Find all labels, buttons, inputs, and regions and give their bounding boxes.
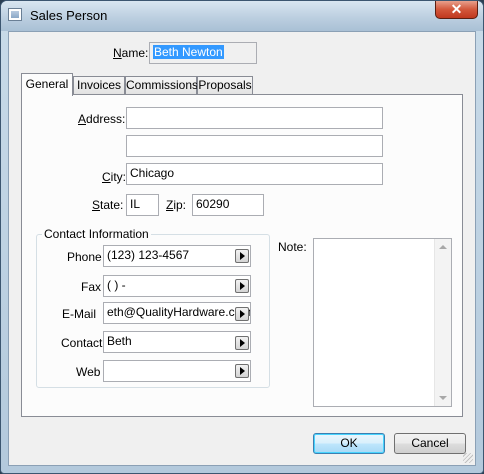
dialog-body: Name: Beth Newton General Invoices Commi… xyxy=(8,31,476,466)
email-input[interactable]: eth@QualityHardware.com xyxy=(103,302,251,324)
tab-invoices-label: Invoices xyxy=(76,78,122,92)
arrow-right-icon[interactable] xyxy=(235,279,249,293)
city-input[interactable]: Chicago xyxy=(126,163,383,185)
arrow-right-icon[interactable] xyxy=(235,364,249,378)
title-bar[interactable]: Sales Person ✕ xyxy=(1,1,483,31)
name-label: Name: xyxy=(113,46,149,60)
phone-input[interactable]: (123) 123-4567 xyxy=(103,245,251,267)
window-title: Sales Person xyxy=(30,8,108,23)
arrow-right-icon[interactable] xyxy=(235,307,249,321)
tab-general-label: General xyxy=(25,77,69,91)
contact-input[interactable]: Beth xyxy=(103,331,251,353)
fax-input[interactable]: ( ) - xyxy=(103,275,251,297)
tab-general[interactable]: General xyxy=(21,73,73,96)
note-label: Note: xyxy=(278,240,307,254)
cancel-button[interactable]: Cancel xyxy=(394,433,466,454)
city-label: City: xyxy=(102,170,127,184)
note-scrollbar[interactable] xyxy=(434,239,451,406)
note-textarea[interactable] xyxy=(313,238,452,407)
tab-proposals[interactable]: Proposals xyxy=(197,76,253,94)
arrow-right-icon[interactable] xyxy=(235,249,249,263)
zip-input[interactable]: 60290 xyxy=(192,194,264,216)
close-button[interactable]: ✕ xyxy=(435,1,478,19)
sales-person-dialog: Sales Person ✕ Name: Beth Newton General… xyxy=(0,0,484,474)
web-label: Web xyxy=(76,365,101,379)
contact-label: Contact xyxy=(61,336,103,350)
name-input[interactable]: Beth Newton xyxy=(149,42,257,64)
fax-label: Fax xyxy=(81,280,102,294)
tab-commissions-label: Commissions xyxy=(126,78,199,92)
close-icon: ✕ xyxy=(450,1,463,17)
address-label: Address: xyxy=(78,112,126,126)
email-label: E-Mail xyxy=(62,307,97,321)
tab-invoices[interactable]: Invoices xyxy=(73,76,125,94)
address-line1-input[interactable] xyxy=(126,107,383,129)
tab-commissions[interactable]: Commissions xyxy=(125,76,199,94)
state-input[interactable]: IL xyxy=(126,194,159,216)
tab-proposals-label: Proposals xyxy=(198,78,252,92)
window-icon xyxy=(8,8,22,21)
scroll-up-icon[interactable] xyxy=(439,245,447,249)
arrow-right-icon[interactable] xyxy=(235,336,249,350)
name-value: Beth Newton xyxy=(153,45,224,59)
scroll-down-icon[interactable] xyxy=(439,396,447,400)
web-input[interactable] xyxy=(103,360,251,382)
state-label: State: xyxy=(92,198,124,212)
ok-button[interactable]: OK xyxy=(313,433,385,454)
resize-grip-icon[interactable] xyxy=(463,453,473,463)
phone-label: Phone xyxy=(67,250,102,264)
address-line2-input[interactable] xyxy=(126,135,383,157)
zip-label: Zip: xyxy=(166,198,187,212)
contact-group-title: Contact Information xyxy=(42,227,151,241)
